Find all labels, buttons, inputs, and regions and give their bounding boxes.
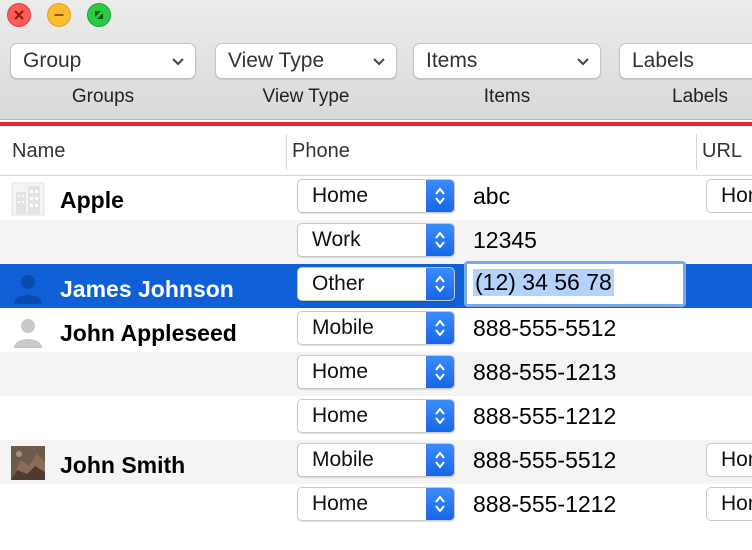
table-row[interactable]: Home 888-555-1212 Hom — [0, 484, 752, 528]
phone-value[interactable]: abc — [473, 183, 510, 210]
items-popup-value: Items — [426, 49, 478, 72]
up-down-arrows-icon — [426, 444, 454, 476]
view-type-popup-value: View Type — [228, 49, 325, 72]
up-down-arrows-icon — [426, 356, 454, 388]
phone-type-popup[interactable]: Other — [297, 267, 455, 301]
table-row[interactable]: Apple Home abc Hom — [0, 176, 752, 220]
labels-popup[interactable]: Labels — [619, 43, 752, 79]
close-window-button[interactable] — [7, 3, 31, 27]
labels-popup-value: Labels — [632, 49, 694, 72]
contact-photo — [11, 446, 45, 480]
phone-type-popup[interactable]: Home — [297, 355, 455, 389]
phone-type-popup[interactable]: Home — [297, 399, 455, 433]
phone-type-popup[interactable]: Home — [297, 487, 455, 521]
up-down-arrows-icon — [426, 488, 454, 520]
items-label: Items — [483, 86, 531, 107]
contact-name: Apple — [60, 187, 124, 213]
up-down-arrows-icon — [426, 180, 454, 212]
up-down-arrows-icon — [426, 312, 454, 344]
chevron-down-icon — [373, 58, 385, 66]
person-silhouette-icon — [14, 319, 42, 348]
up-down-arrows-icon — [426, 224, 454, 256]
phone-type-popup[interactable]: Work — [297, 223, 455, 257]
phone-edit-text[interactable]: (12) 34 56 78 — [473, 269, 614, 296]
contact-name: James Johnson — [60, 276, 234, 302]
up-down-arrows-icon — [426, 268, 454, 300]
phone-value[interactable]: 888-555-5512 — [473, 315, 616, 342]
url-type-popup[interactable]: Hom — [706, 443, 752, 477]
view-type-label: View Type — [262, 86, 350, 107]
phone-type-popup[interactable]: Mobile — [297, 311, 455, 345]
table-row[interactable]: John Appleseed Mobile 888-555-5512 — [0, 308, 752, 352]
labels-label: Labels — [672, 86, 728, 107]
phone-value[interactable]: 888-555-5512 — [473, 447, 616, 474]
person-silhouette-icon — [14, 275, 42, 304]
toolbar-accent-line — [0, 122, 752, 126]
column-divider[interactable] — [696, 134, 697, 170]
table-row[interactable]: Work 12345 — [0, 220, 752, 264]
phone-value[interactable]: 12345 — [473, 227, 537, 254]
phone-type-value: Mobile — [312, 448, 374, 471]
phone-type-value: Mobile — [312, 316, 374, 339]
group-popup-value: Group — [23, 49, 82, 72]
chevron-down-icon — [172, 58, 184, 66]
group-popup[interactable]: Group — [10, 43, 196, 79]
minimize-window-button[interactable] — [47, 3, 71, 27]
column-header-url[interactable]: URL — [702, 140, 742, 163]
column-divider[interactable] — [286, 134, 287, 170]
table-row[interactable]: Home 888-555-1212 — [0, 396, 752, 440]
up-down-arrows-icon — [426, 400, 454, 432]
table-row-selected[interactable]: James Johnson Other (12) 34 56 78 — [0, 261, 752, 308]
phone-type-popup[interactable]: Home — [297, 179, 455, 213]
table-header: Name Phone URL — [0, 128, 752, 176]
phone-value[interactable]: 888-555-1213 — [473, 359, 616, 386]
company-building-icon — [11, 182, 45, 216]
toolbar: Group Groups View Type View Type Items I… — [0, 0, 752, 120]
phone-type-value: Home — [312, 360, 369, 383]
items-popup[interactable]: Items — [413, 43, 601, 79]
phone-type-value: Work — [312, 228, 361, 251]
phone-type-value: Home — [312, 184, 369, 207]
url-type-popup[interactable]: Hom — [706, 487, 752, 521]
column-header-phone[interactable]: Phone — [292, 140, 350, 163]
phone-value[interactable]: 888-555-1212 — [473, 491, 616, 518]
phone-value[interactable]: 888-555-1212 — [473, 403, 616, 430]
phone-type-value: Home — [312, 492, 369, 515]
zoom-window-button[interactable] — [87, 3, 111, 27]
view-type-popup[interactable]: View Type — [215, 43, 397, 79]
minimize-icon — [54, 14, 64, 16]
table-row[interactable]: Home 888-555-1213 — [0, 352, 752, 396]
close-icon — [14, 10, 24, 20]
chevron-down-icon — [577, 58, 589, 66]
zoom-icon — [95, 11, 103, 19]
phone-edit-field[interactable]: (12) 34 56 78 — [464, 261, 686, 307]
groups-label: Groups — [71, 86, 135, 107]
phone-type-value: Other — [312, 272, 365, 295]
contact-name: John Appleseed — [60, 320, 237, 346]
url-type-popup[interactable]: Hom — [706, 179, 752, 213]
table-row[interactable]: John Smith Mobile 888-555-5512 Hom — [0, 440, 752, 484]
phone-type-value: Home — [312, 404, 369, 427]
contact-name: John Smith — [60, 452, 186, 478]
phone-type-popup[interactable]: Mobile — [297, 443, 455, 477]
column-header-name[interactable]: Name — [12, 140, 65, 163]
